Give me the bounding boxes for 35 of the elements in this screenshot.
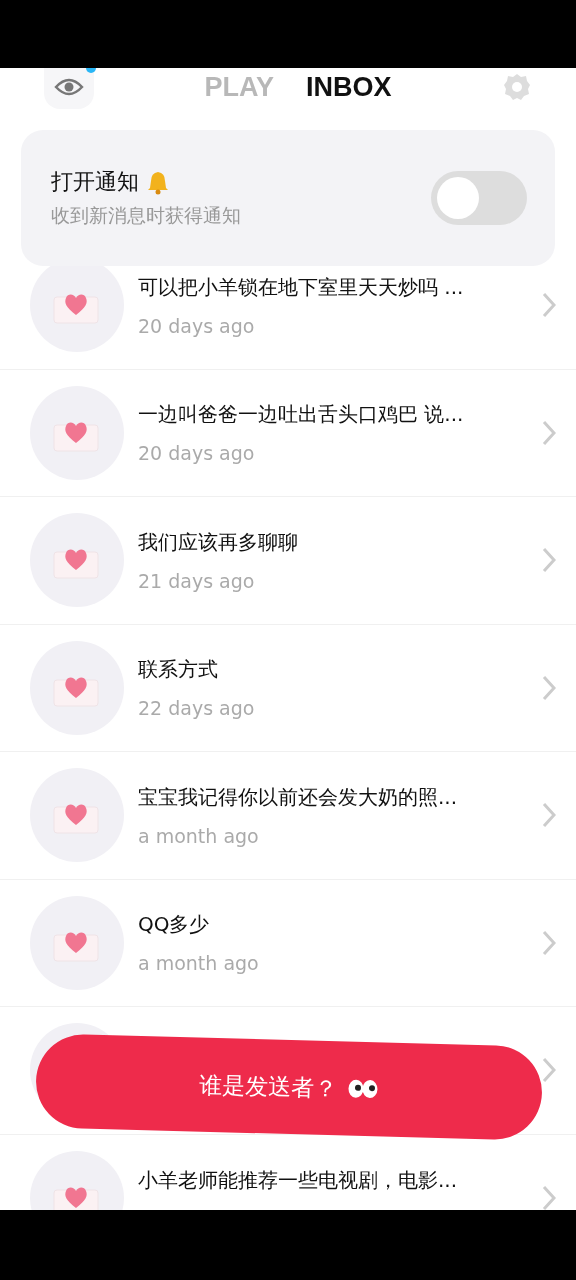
message-row[interactable]: 我们应该再多聊聊 21 days ago	[0, 497, 576, 625]
message-time: 20 days ago	[138, 442, 256, 465]
message-time: 20 days ago	[138, 314, 256, 337]
reveal-sender-button[interactable]: 谁是发送者？	[34, 1033, 544, 1141]
eyes-icon	[346, 1077, 380, 1101]
chevron-right-icon	[542, 802, 556, 829]
visibility-button[interactable]	[44, 68, 94, 109]
message-time: a month ago	[138, 952, 260, 975]
message-text: 一边叫爸爸一边吐出舌头口鸡巴 说...	[138, 401, 465, 429]
message-text: 联系方式	[138, 656, 219, 684]
message-row[interactable]: QQ多少 a month ago	[0, 879, 576, 1007]
message-time: 22 days ago	[138, 697, 256, 720]
nav-tab[interactable]: INBOX	[306, 71, 392, 103]
message-row[interactable]: 一边叫爸爸一边吐出舌头口鸡巴 说... 20 days ago	[0, 369, 576, 497]
chevron-right-icon	[542, 929, 556, 956]
chevron-right-icon	[542, 1057, 556, 1084]
notification-title: 打开通知	[51, 168, 139, 196]
chevron-right-icon	[542, 547, 556, 574]
message-text: QQ多少	[138, 911, 211, 939]
message-text: 可以把小羊锁在地下室里天天炒吗 ...	[138, 273, 465, 301]
message-row[interactable]: 联系方式 22 days ago	[0, 624, 576, 752]
message-text: 宝宝我记得你以前还会发大奶的照...	[138, 783, 459, 811]
chevron-right-icon	[542, 419, 556, 446]
chevron-right-icon	[542, 674, 556, 701]
message-time: 21 days ago	[138, 569, 256, 592]
message-text: 小羊老师能推荐一些电视剧，电影...	[138, 1166, 459, 1194]
chevron-right-icon	[542, 292, 556, 319]
message-row[interactable]: 宝宝我记得你以前还会发大奶的照... a month ago	[0, 752, 576, 880]
eye-icon	[54, 76, 84, 98]
chevron-right-icon	[542, 1184, 556, 1210]
message-text: 我们应该再多聊聊	[138, 528, 299, 556]
notification-subtitle: 收到新消息时获得通知	[51, 203, 241, 228]
message-row[interactable]: 可以把小羊锁在地下室里天天炒吗 ... 20 days ago	[0, 242, 576, 370]
message-time: a month ago	[138, 824, 260, 847]
notification-toggle[interactable]	[431, 171, 527, 225]
